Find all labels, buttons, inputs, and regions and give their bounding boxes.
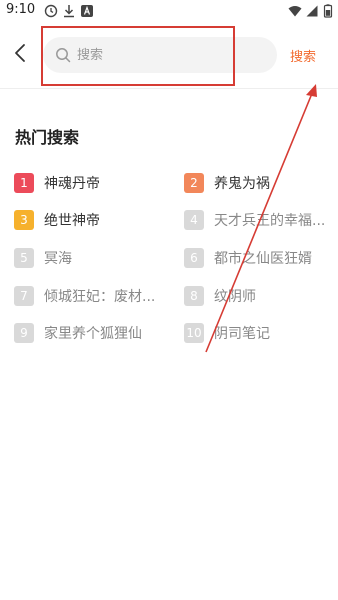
app-a-icon	[80, 4, 94, 18]
rank-badge: 3	[14, 210, 34, 230]
rank-badge: 5	[14, 248, 34, 268]
search-header: 搜索	[0, 24, 338, 88]
hot-search-item-title: 家里养个狐狸仙	[44, 326, 142, 342]
rank-badge: 10	[184, 323, 204, 343]
rank-badge: 2	[184, 173, 204, 193]
hot-search-item-title: 冥海	[44, 251, 72, 267]
download-icon	[62, 4, 76, 18]
search-icon	[56, 48, 71, 63]
search-input[interactable]	[77, 37, 267, 73]
rank-badge: 9	[14, 323, 34, 343]
hot-search-item[interactable]: 8 纹阴师	[184, 283, 256, 309]
chevron-left-icon	[15, 44, 25, 62]
search-box[interactable]	[43, 37, 277, 73]
hot-search-item-title: 天才兵王的幸福...	[214, 213, 326, 229]
hot-search-item[interactable]: 10 阴司笔记	[184, 320, 270, 346]
rank-badge: 6	[184, 248, 204, 268]
hot-search-title: 热门搜索	[15, 128, 80, 147]
rank-badge: 8	[184, 286, 204, 306]
hot-search-item-title: 绝世神帝	[44, 213, 100, 229]
hot-search-item[interactable]: 2 养鬼为祸	[184, 170, 270, 196]
battery-icon	[321, 4, 335, 18]
hot-search-item[interactable]: 7 倾城狂妃：废材...	[14, 283, 155, 309]
hot-search-item-title: 阴司笔记	[214, 326, 270, 342]
signal-icon	[305, 4, 319, 18]
hot-search-item[interactable]: 4 天才兵王的幸福...	[184, 207, 325, 233]
header-divider	[0, 88, 338, 89]
back-button[interactable]	[10, 42, 32, 64]
hot-search-item-title: 纹阴师	[214, 289, 256, 305]
hot-search-item[interactable]: 5 冥海	[14, 245, 72, 271]
rank-badge: 4	[184, 210, 204, 230]
rank-badge: 1	[14, 173, 34, 193]
status-time: 9:10	[6, 2, 36, 17]
alarm-icon	[44, 4, 58, 18]
hot-search-item[interactable]: 3 绝世神帝	[14, 207, 100, 233]
status-bar: 9:10	[0, 0, 338, 24]
rank-badge: 7	[14, 286, 34, 306]
hot-search-item-title: 养鬼为祸	[214, 176, 270, 192]
hot-search-item-title: 都市之仙医狂婿	[214, 251, 312, 267]
search-button[interactable]: 搜索	[290, 46, 316, 65]
hot-search-item[interactable]: 9 家里养个狐狸仙	[14, 320, 142, 346]
wifi-icon	[288, 4, 302, 18]
hot-search-item[interactable]: 1 神魂丹帝	[14, 170, 100, 196]
hot-search-item-title: 倾城狂妃：废材...	[44, 289, 156, 305]
hot-search-item-title: 神魂丹帝	[44, 176, 100, 192]
hot-search-item[interactable]: 6 都市之仙医狂婿	[184, 245, 312, 271]
